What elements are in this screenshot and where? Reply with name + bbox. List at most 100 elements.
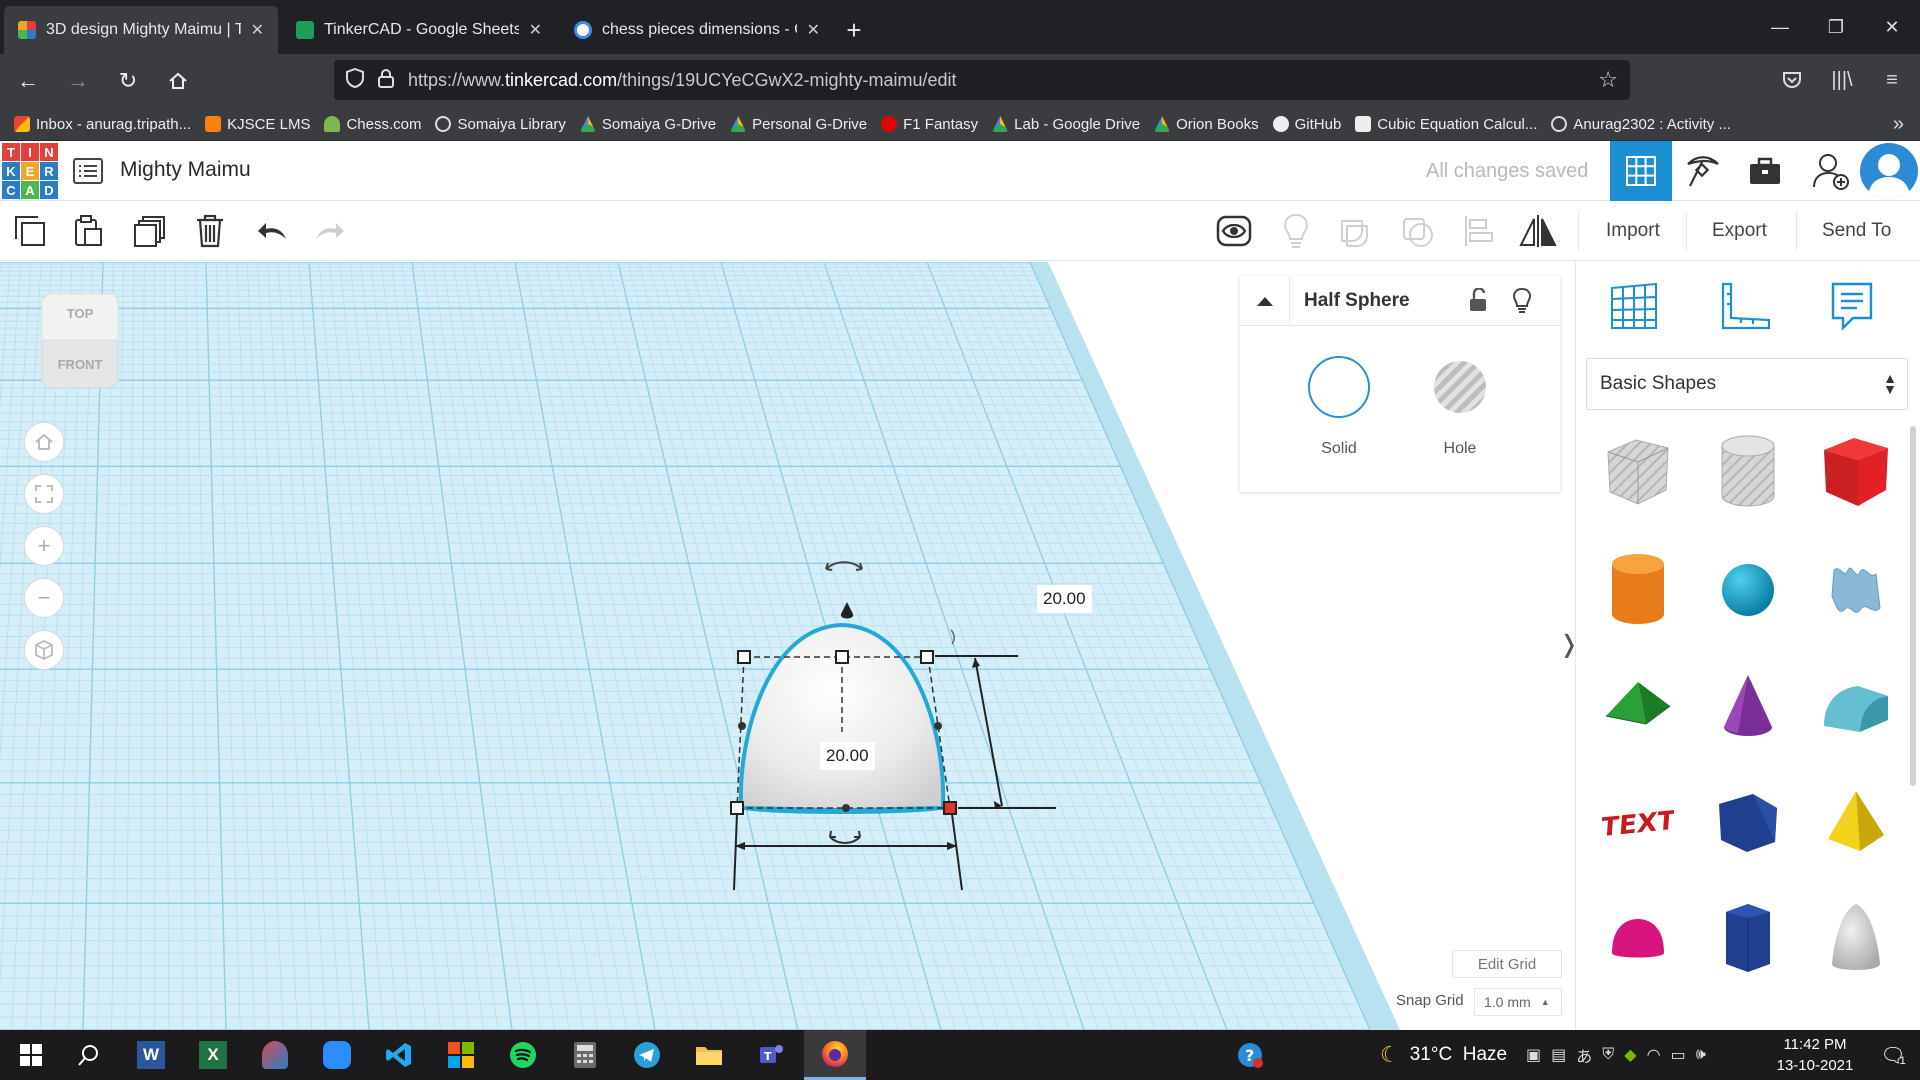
bookmark-item[interactable]: Chess.com [324, 116, 421, 133]
delete-button[interactable] [190, 211, 230, 251]
start-button[interactable] [0, 1030, 62, 1080]
projection-button[interactable] [24, 630, 64, 670]
invite-user-button[interactable] [1800, 141, 1862, 201]
bookmark-item[interactable]: Somaiya G-Drive [579, 116, 716, 133]
home-icon[interactable] [156, 59, 200, 103]
bookmark-item[interactable]: Cubic Equation Calcul... [1355, 116, 1537, 133]
shape-pyramid[interactable] [1816, 782, 1896, 862]
close-window-icon[interactable]: ✕ [1864, 0, 1920, 54]
teams-tray-icon[interactable]: ▣ [1526, 1045, 1541, 1065]
bookmark-item[interactable]: Inbox - anurag.tripath... [14, 116, 191, 133]
reload-icon[interactable]: ↻ [106, 59, 150, 103]
lock-shape-button[interactable] [1468, 287, 1488, 317]
tab-google-sheets[interactable]: TinkerCAD - Google Sheets ✕ [282, 6, 556, 54]
tinkercad-logo[interactable]: TIN KER CAD [2, 143, 58, 199]
bookmark-item[interactable]: KJSCE LMS [205, 116, 310, 133]
shape-text[interactable]: TEXT [1598, 782, 1678, 862]
shape-box[interactable] [1816, 432, 1896, 512]
import-button[interactable]: Import [1588, 211, 1678, 251]
width-dimension-value[interactable]: 20.00 [820, 742, 875, 770]
project-title[interactable]: Mighty Maimu [120, 158, 251, 182]
teams-app[interactable]: T [740, 1030, 802, 1080]
mirror-button[interactable] [1518, 211, 1558, 251]
zoom-in-button[interactable]: + [24, 526, 64, 566]
copy-button[interactable] [10, 211, 50, 251]
shape-sphere[interactable] [1708, 550, 1788, 630]
address-bar[interactable]: https://www.tinkercad.com/things/19UCYeC… [334, 60, 1630, 100]
library-icon[interactable]: |||\ [1820, 60, 1864, 100]
3d-design-view-button[interactable] [1610, 141, 1672, 201]
tab-google-search[interactable]: chess pieces dimensions - Googl ✕ [560, 6, 834, 54]
ungroup-button[interactable] [1398, 211, 1438, 251]
workplane[interactable]: 20.00 20.00 TOP FRONT + − Half Sphere So… [0, 262, 1575, 1030]
close-tab-icon[interactable]: ✕ [807, 20, 820, 40]
excel-app[interactable]: X [182, 1030, 244, 1080]
nvidia-icon[interactable]: ◆ [1624, 1045, 1636, 1065]
spotify-app[interactable] [492, 1030, 554, 1080]
home-view-button[interactable] [24, 422, 64, 462]
paste-button[interactable] [68, 211, 108, 251]
photos-tray-icon[interactable]: ▤ [1551, 1045, 1566, 1065]
notes-tool-button[interactable] [1822, 276, 1882, 336]
bookmark-item[interactable]: F1 Fantasy [881, 116, 978, 133]
blocks-view-button[interactable] [1672, 141, 1734, 201]
menu-icon[interactable]: ≡ [1870, 60, 1914, 100]
pocket-icon[interactable] [1770, 60, 1814, 100]
file-explorer-app[interactable] [678, 1030, 740, 1080]
word-app[interactable]: W [120, 1030, 182, 1080]
lesson-plans-button[interactable] [1734, 141, 1796, 201]
new-tab-button[interactable]: + [834, 6, 874, 54]
bookmark-item[interactable]: GitHub [1272, 116, 1341, 133]
firefox-app[interactable] [804, 1030, 866, 1080]
minimize-icon[interactable]: — [1752, 0, 1808, 54]
height-dimension-value[interactable]: 20.00 [1037, 585, 1092, 613]
shield-icon[interactable] [346, 67, 364, 93]
export-button[interactable]: Export [1694, 211, 1785, 251]
hide-shape-button[interactable] [1512, 287, 1532, 318]
language-icon[interactable]: あ [1576, 1043, 1592, 1067]
undo-button[interactable] [252, 211, 292, 251]
group-button[interactable] [1336, 211, 1376, 251]
back-icon[interactable]: ← [6, 59, 50, 103]
lock-icon[interactable] [378, 68, 394, 93]
bookmark-item[interactable]: Personal G-Drive [730, 116, 867, 133]
shape-paraboloid[interactable] [1816, 898, 1896, 978]
calculator-app[interactable] [554, 1030, 616, 1080]
bookmark-star-icon[interactable]: ☆ [1598, 67, 1618, 93]
bookmark-item[interactable]: Somaiya Library [435, 116, 566, 133]
duplicate-button[interactable] [130, 211, 170, 251]
align-button[interactable] [1458, 211, 1498, 251]
shape-wedge[interactable] [1708, 782, 1788, 862]
shapes-scrollbar[interactable] [1910, 426, 1916, 786]
shape-polygon[interactable] [1708, 898, 1788, 978]
shape-category-select[interactable]: Basic Shapes ▲ ▼ [1586, 358, 1908, 410]
security-icon[interactable]: ⛨ [1602, 1046, 1614, 1064]
zoom-out-button[interactable]: − [24, 578, 64, 618]
zoom-app[interactable] [306, 1030, 368, 1080]
collapse-inspector-button[interactable] [1240, 276, 1290, 326]
view-cube[interactable]: TOP FRONT [38, 292, 122, 389]
clock[interactable]: 11:42 PM 13-10-2021 [1760, 1034, 1870, 1076]
shape-cylinder[interactable] [1598, 550, 1678, 630]
user-avatar[interactable] [1860, 143, 1918, 199]
close-tab-icon[interactable]: ✕ [251, 20, 264, 40]
vscode-app[interactable] [368, 1030, 430, 1080]
hole-swatch[interactable] [1434, 361, 1486, 413]
restore-icon[interactable]: ❐ [1808, 0, 1864, 54]
weather-widget[interactable]: ☾ 31°C Haze [1380, 1030, 1507, 1080]
send-to-button[interactable]: Send To [1804, 211, 1909, 251]
show-all-button[interactable] [1214, 211, 1254, 251]
telegram-app[interactable] [616, 1030, 678, 1080]
help-icon[interactable]: ? [1236, 1030, 1264, 1080]
fit-view-button[interactable] [24, 474, 64, 514]
redo-button[interactable] [310, 211, 350, 251]
tab-tinkercad-design[interactable]: 3D design Mighty Maimu | Tinkerc ✕ [4, 6, 278, 54]
bookmark-item[interactable]: Orion Books [1154, 116, 1259, 133]
wifi-icon[interactable]: ◠ [1647, 1045, 1661, 1065]
shape-cylinder-hole[interactable] [1708, 432, 1788, 512]
shape-cone[interactable] [1708, 666, 1788, 746]
design-list-icon[interactable] [72, 155, 104, 187]
solid-color-swatch[interactable] [1308, 356, 1370, 418]
workplane-tool-button[interactable] [1604, 276, 1664, 336]
shape-scribble[interactable] [1816, 550, 1896, 630]
